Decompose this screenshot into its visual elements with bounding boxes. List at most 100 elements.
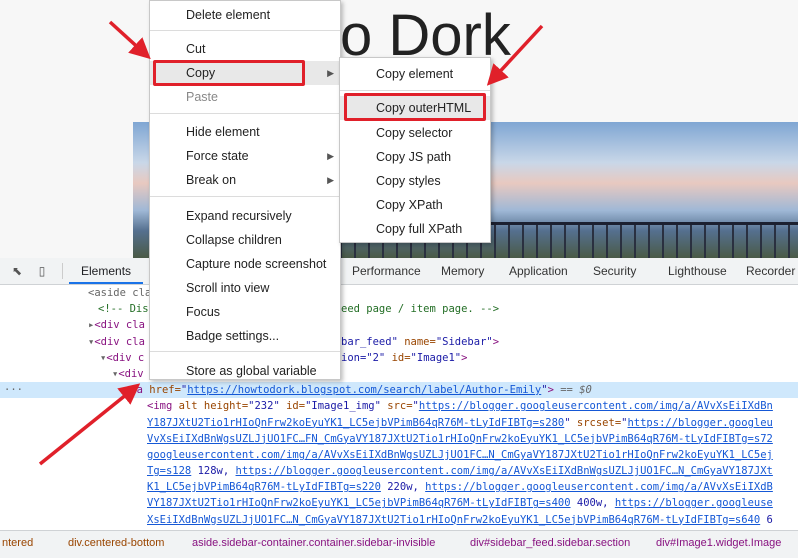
tab-memory[interactable]: Memory xyxy=(441,258,484,284)
menu-item-paste: Paste xyxy=(186,90,218,104)
dom-node[interactable]: K1_LC5ejbVPimB64qR76M-tLyIdFIBTg=s220 22… xyxy=(0,479,798,495)
srcset-link[interactable]: K1_LC5ejbVPimB64qR76M-tLyIdFIBTg=s220 xyxy=(147,481,381,493)
inspect-element-icon[interactable]: ⬉ xyxy=(5,258,29,284)
breadcrumb-item[interactable]: div.centered-bottom xyxy=(68,537,164,549)
dom-comment[interactable]: <!-- Dis eed page / item page. --> xyxy=(0,301,798,317)
code-text: 400w, xyxy=(570,497,615,510)
breadcrumb-item[interactable]: div#sidebar_feed.sidebar.section xyxy=(470,537,630,549)
submenu-arrow-icon: ▶ xyxy=(327,68,334,78)
tab-recorder[interactable]: Recorder xyxy=(746,258,795,284)
dom-node[interactable]: XsEiIXdBnWgsUZLJjUO1FC…N_CmGyaVY187JXtU2… xyxy=(0,512,798,528)
divider xyxy=(62,263,63,279)
menu-item-scroll-into-view[interactable]: Scroll into view xyxy=(150,276,340,300)
menu-label: Force state xyxy=(186,149,249,163)
code-text: href= xyxy=(149,384,181,397)
srcset-link[interactable]: googleusercontent.com/img/a/AVvXsEiIXdBn… xyxy=(147,449,773,461)
code-text: "232" xyxy=(248,400,287,413)
tab-elements[interactable]: Elements xyxy=(68,258,144,284)
code-text: <div cla xyxy=(94,319,145,332)
menu-item-copy-element[interactable]: Copy element xyxy=(340,62,490,86)
menu-item-break-on[interactable]: Break on ▶ xyxy=(150,168,340,192)
srcset-link[interactable]: https://blogger.googleuse xyxy=(615,497,773,509)
srcset-link[interactable]: Tg=s128 xyxy=(147,465,191,477)
dom-node[interactable]: ▾<div c ion="2" id="Image1"> xyxy=(0,350,798,366)
src-link[interactable]: https://blogger.googleusercontent.com/im… xyxy=(419,400,773,412)
code-text: src= xyxy=(387,400,413,413)
dom-node[interactable]: ▾<div cla bar_feed" name="Sidebar"> xyxy=(0,334,798,350)
menu-item-expand-recursively[interactable]: Expand recursively xyxy=(150,204,340,228)
menu-item-copy-js-path[interactable]: Copy JS path xyxy=(340,145,490,169)
srcset-link[interactable]: https://blogger.googleu xyxy=(627,417,772,429)
dom-node[interactable]: VY187JXtU2Tio1rHIoQnFrw2koEyuYK1_LC5ejbV… xyxy=(0,495,798,511)
srcset-link[interactable]: https://blogger.googleusercontent.com/im… xyxy=(236,465,773,477)
dom-node[interactable]: googleusercontent.com/img/a/AVvXsEiIXdBn… xyxy=(0,447,798,463)
code-text: "Image1_img" xyxy=(305,400,388,413)
device-toolbar-icon[interactable]: ▯ xyxy=(30,258,54,284)
tab-security[interactable]: Security xyxy=(593,258,636,284)
srcset-link[interactable]: VY187JXtU2Tio1rHIoQnFrw2koEyuYK1_LC5ejbV… xyxy=(147,497,571,509)
breadcrumb-item[interactable]: div#Image1.widget.Image xyxy=(656,537,781,549)
srcset-link[interactable]: XsEiIXdBnWgsUZLJjUO1FC…N_CmGyaVY187JXtU2… xyxy=(147,514,760,526)
menu-item-cut[interactable]: Cut xyxy=(150,37,340,61)
dom-node[interactable]: <img alt height="232" id="Image1_img" sr… xyxy=(0,398,798,414)
menu-item-copy-full-xpath[interactable]: Copy full XPath xyxy=(340,217,490,241)
tab-performance[interactable]: Performance xyxy=(352,258,421,284)
dom-node[interactable]: ▸<div cla xyxy=(0,317,798,333)
dom-node[interactable]: Y187JXtU2Tio1rHIoQnFrw2koEyuYK1_LC5ejbVP… xyxy=(0,415,798,431)
selected-dom-node[interactable]: ··· ▾<a href="https://howtodork.blogspot.… xyxy=(0,382,798,399)
code-text: <div c xyxy=(106,351,145,364)
submenu-arrow-icon: ▶ xyxy=(327,175,334,185)
code-text: 220w, xyxy=(380,481,426,494)
menu-item-collapse-children[interactable]: Collapse children xyxy=(150,228,340,252)
breadcrumb-item[interactable]: aside.sidebar-container.container.sideba… xyxy=(192,537,435,549)
menu-label: Break on xyxy=(186,173,237,187)
code-text: id= xyxy=(391,351,411,364)
highlight-box-copy xyxy=(153,60,305,86)
code-text: <a xyxy=(130,384,150,397)
code-text: <!-- Dis xyxy=(98,303,149,316)
srcset-link[interactable]: VvXsEiIXdBnWgsUZLJjUO1FC…FN_CmGyaVY187JX… xyxy=(147,433,773,445)
code-text: "Sidebar" xyxy=(435,335,493,348)
dom-node[interactable]: VvXsEiIXdBnWgsUZLJjUO1FC…FN_CmGyaVY187JX… xyxy=(0,431,798,447)
code-text: 6 xyxy=(760,513,773,526)
devtools-toolbar: ⬉ ▯ Elements Performance Memory Applicat… xyxy=(0,258,798,285)
dom-node[interactable]: ▾<div xyxy=(0,366,798,382)
menu-item-force-state[interactable]: Force state ▶ xyxy=(150,144,340,168)
code-text: == $0 xyxy=(560,384,592,397)
context-menu: Delete element Cut Copy ▶ Paste Hide elem… xyxy=(149,0,341,380)
menu-item-delete-element[interactable]: Delete element xyxy=(150,3,340,27)
code-text: id= xyxy=(286,400,306,413)
menu-item-focus[interactable]: Focus xyxy=(150,300,340,324)
menu-item-hide-element[interactable]: Hide element xyxy=(150,120,340,144)
dom-node[interactable]: <aside cla xyxy=(0,285,798,301)
code-text: alt height= xyxy=(178,400,249,413)
code-text: "Image1" xyxy=(410,351,462,364)
code-text: bar_feed" xyxy=(341,335,405,348)
submenu-arrow-icon: ▶ xyxy=(327,151,334,161)
menu-item-copy-styles[interactable]: Copy styles xyxy=(340,169,490,193)
srcset-link[interactable]: https://blogger.googleusercontent.com/im… xyxy=(425,481,773,493)
code-text: ion="2" xyxy=(341,351,392,364)
code-text: eed page / item page. --> xyxy=(341,303,500,316)
menu-item-store-as-global-variable[interactable]: Store as global variable xyxy=(150,359,340,383)
tab-lighthouse[interactable]: Lighthouse xyxy=(668,258,727,284)
menu-item-badge-settings[interactable]: Badge settings... xyxy=(150,324,340,348)
code-text: <aside cla xyxy=(88,287,152,299)
tab-application[interactable]: Application xyxy=(509,258,568,284)
code-text: name= xyxy=(404,335,436,348)
menu-item-copy-selector[interactable]: Copy selector xyxy=(340,121,490,145)
breadcrumb: ntered div.centered-bottom aside.sidebar… xyxy=(0,530,798,558)
code-text: 128w, xyxy=(191,465,236,478)
copy-submenu: Copy element Copy outerHTML Copy selecto… xyxy=(339,57,491,243)
src-link[interactable]: Y187JXtU2Tio1rHIoQnFrw2koEyuYK1_LC5ejbVP… xyxy=(147,417,564,429)
menu-item-copy-xpath[interactable]: Copy XPath xyxy=(340,193,490,217)
dom-node[interactable]: Tg=s128 128w, https://blogger.googleuser… xyxy=(0,463,798,479)
code-text: srcset= xyxy=(570,416,622,429)
highlight-box-copy-outerhtml xyxy=(344,93,486,121)
breadcrumb-item[interactable]: ntered xyxy=(2,537,33,549)
dom-tree[interactable]: <aside cla <!-- Dis eed page / item page.… xyxy=(0,285,798,530)
menu-item-capture-node-screenshot[interactable]: Capture node screenshot xyxy=(150,252,340,276)
href-link[interactable]: https://howtodork.blogspot.com/search/la… xyxy=(187,384,541,396)
code-text: <div cla xyxy=(94,335,145,348)
code-text: <img xyxy=(147,400,179,413)
